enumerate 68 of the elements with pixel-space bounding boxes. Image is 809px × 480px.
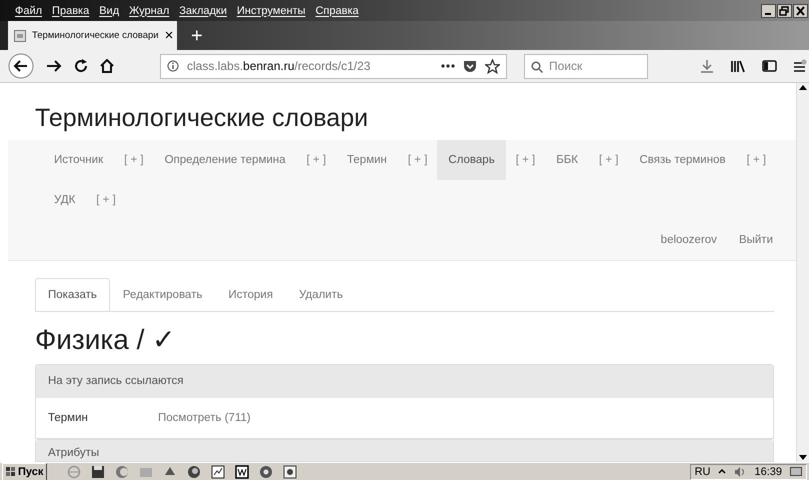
menu-item[interactable]: Журнал: [124, 4, 174, 16]
logout-link[interactable]: Выйти: [728, 220, 784, 260]
panel-heading: На эту запись ссылаются: [36, 365, 773, 398]
restore-icon[interactable]: [777, 4, 792, 18]
start-button[interactable]: Пуск: [2, 462, 48, 480]
back-icon[interactable]: [8, 53, 34, 79]
browser-tab[interactable]: Терминологические словари ×: [8, 21, 177, 50]
tab-title: Терминологические словари: [32, 30, 159, 41]
document-icon[interactable]: [235, 464, 250, 478]
crescent-icon[interactable]: [115, 464, 130, 478]
chart-icon[interactable]: [211, 464, 226, 478]
search-icon: [531, 60, 543, 72]
nav-link[interactable]: Термин: [336, 140, 398, 180]
scrollbar[interactable]: [796, 83, 809, 462]
info-icon: [167, 60, 179, 72]
nav-link[interactable]: Связь терминов: [628, 140, 737, 180]
tab[interactable]: Показать: [35, 278, 110, 311]
floppy-icon[interactable]: [91, 464, 106, 478]
add-link[interactable]: [ + ]: [736, 140, 776, 180]
menu-item[interactable]: Инструменты: [232, 4, 310, 16]
windows-icon: [6, 466, 16, 476]
add-link[interactable]: [ + ]: [114, 140, 154, 180]
add-link[interactable]: [ + ]: [296, 140, 336, 180]
user-link[interactable]: beloozerov: [650, 220, 728, 260]
nav-link[interactable]: УДК: [43, 180, 86, 220]
tab[interactable]: История: [215, 278, 286, 311]
field-label: Термин: [48, 412, 89, 424]
view-link[interactable]: Посмотреть (711): [158, 412, 251, 424]
library-icon[interactable]: [730, 60, 746, 72]
language-indicator[interactable]: RU: [694, 466, 710, 478]
nav-link[interactable]: Словарь: [437, 140, 506, 180]
nav-link[interactable]: Источник: [43, 140, 114, 180]
menu-icon[interactable]: [793, 59, 807, 73]
menu-item[interactable]: Закладки: [174, 4, 232, 16]
record-heading: Физика / ✓: [35, 323, 176, 357]
clock: 16:39: [754, 466, 782, 478]
close-icon[interactable]: [793, 4, 808, 18]
tab[interactable]: Удалить: [286, 278, 356, 311]
minimize-icon[interactable]: [761, 4, 776, 18]
pocket-icon[interactable]: [463, 60, 477, 72]
star-icon[interactable]: [485, 58, 500, 74]
add-link[interactable]: [ + ]: [589, 140, 628, 180]
more-icon[interactable]: [441, 64, 455, 68]
add-link[interactable]: [ + ]: [86, 180, 126, 220]
forward-icon[interactable]: [46, 59, 62, 73]
menu-item[interactable]: Справка: [310, 4, 364, 16]
menu-item[interactable]: Вид: [94, 4, 124, 16]
nav-link[interactable]: ББК: [545, 140, 589, 180]
download-icon[interactable]: [700, 59, 714, 73]
menu-item[interactable]: Файл: [10, 4, 48, 16]
home-icon[interactable]: [100, 59, 114, 73]
site-title: Терминологические словари: [35, 103, 370, 134]
close-tab-button[interactable]: ×: [164, 28, 174, 43]
sidebar-icon[interactable]: [762, 60, 777, 72]
menu-item[interactable]: Правка: [47, 4, 94, 16]
desktop-icon[interactable]: [790, 467, 802, 476]
add-link[interactable]: [ + ]: [398, 140, 438, 180]
nav-link[interactable]: Определение термина: [154, 140, 297, 180]
tab[interactable]: Редактировать: [110, 278, 216, 311]
speaker-icon[interactable]: [734, 466, 746, 476]
add-link[interactable]: [ + ]: [506, 140, 546, 180]
panel-heading: Атрибуты: [36, 440, 773, 461]
url-text: class.labs.benran.ru/records/c1/23: [187, 59, 372, 73]
reload-icon[interactable]: [74, 59, 88, 73]
new-tab-button[interactable]: +: [191, 26, 203, 46]
page-icon: [14, 30, 26, 42]
address-bar[interactable]: class.labs.benran.ru/records/c1/23: [160, 54, 507, 78]
search-field[interactable]: Поиск: [524, 54, 648, 78]
